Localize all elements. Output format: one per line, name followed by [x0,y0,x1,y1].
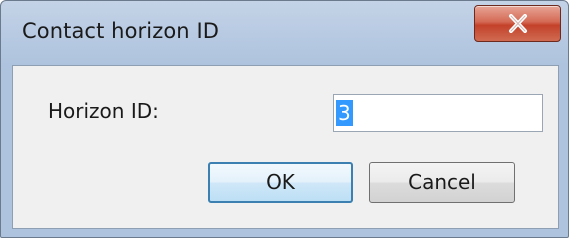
window-title: Contact horizon ID [22,19,220,43]
title-bar[interactable]: Contact horizon ID [1,1,568,65]
horizon-id-value: 3 [336,100,353,126]
horizon-id-label: Horizon ID: [48,99,159,123]
close-button[interactable] [474,5,561,42]
dialog-window: Contact horizon ID Horizon ID: 3 OK Canc… [0,0,569,238]
horizon-id-input[interactable]: 3 [333,94,543,132]
ok-button[interactable]: OK [208,162,353,203]
close-icon [509,14,527,33]
cancel-button[interactable]: Cancel [369,162,515,203]
dialog-body: Horizon ID: 3 OK Cancel [12,65,559,229]
